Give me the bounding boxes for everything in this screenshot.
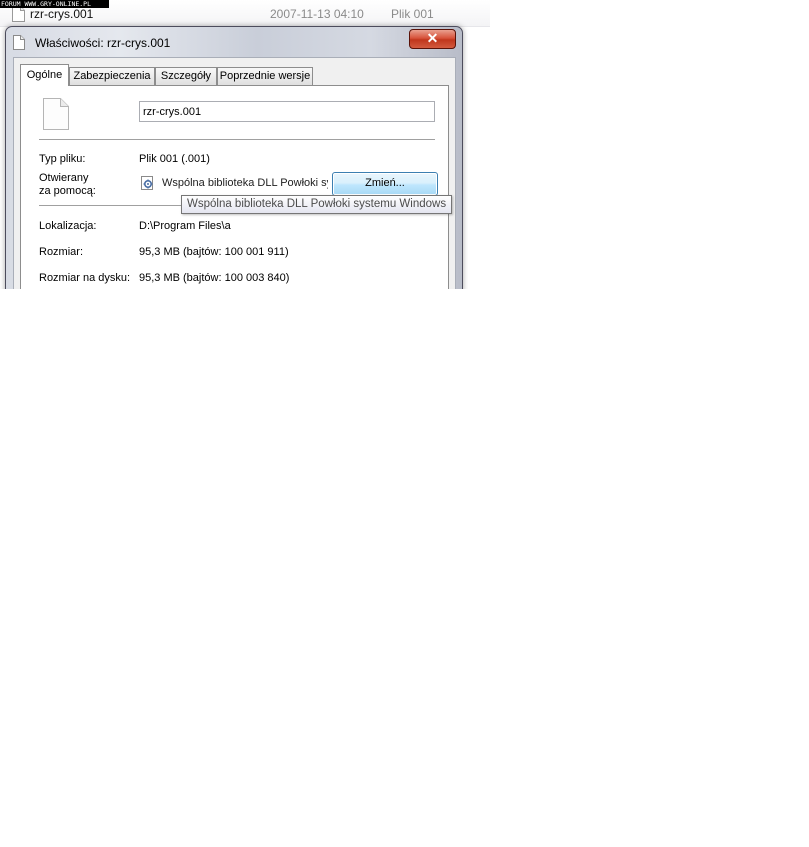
file-type-icon (43, 98, 69, 133)
tab-previous-versions[interactable]: Poprzednie wersje (217, 67, 313, 85)
size-label: Rozmiar: (39, 246, 84, 258)
size-on-disk-value: 95,3 MB (bajtów: 100 003 840) (139, 272, 290, 284)
dialog-client-area: Ogólne Zabezpieczenia Szczegóły Poprzedn… (13, 57, 456, 289)
tab-details[interactable]: Szczegóły (155, 67, 217, 85)
file-type-value: Plik 001 (.001) (139, 153, 210, 165)
location-value: D:\Program Files\a (139, 220, 231, 232)
dll-gear-icon (140, 175, 156, 194)
properties-dialog: Właściwości: rzr-crys.001 ✕ Ogólne Zabez… (5, 26, 463, 289)
dialog-title: Właściwości: rzr-crys.001 (35, 36, 171, 50)
forum-watermark: FORUM WWW.GRY-ONLINE.PL (0, 0, 109, 8)
opens-with-label-line2: za pomocą: (39, 185, 96, 197)
filename-field[interactable] (139, 101, 435, 122)
close-button[interactable]: ✕ (409, 29, 456, 49)
file-icon (12, 6, 25, 25)
general-tab-panel: Typ pliku: Plik 001 (.001) Otwierany za … (20, 85, 449, 289)
separator (39, 139, 435, 140)
explorer-file-type: Plik 001 (391, 7, 434, 21)
change-button[interactable]: Zmień... (332, 172, 438, 196)
size-on-disk-label: Rozmiar na dysku: (39, 272, 131, 284)
tooltip: Wspólna biblioteka DLL Powłoki systemu W… (181, 195, 453, 214)
close-icon: ✕ (426, 30, 439, 46)
explorer-file-name: rzr-crys.001 (30, 7, 94, 21)
tab-security[interactable]: Zabezpieczenia (69, 67, 155, 85)
document-icon (13, 35, 25, 53)
location-label: Lokalizacja: (39, 220, 97, 232)
explorer-file-date: 2007-11-13 04:10 (270, 7, 364, 21)
opens-with-value: Wspólna biblioteka DLL Powłoki systemu W… (162, 177, 328, 189)
screenshot-crop: rzr-crys.001 2007-11-13 04:10 Plik 001 W… (0, 0, 490, 289)
file-type-label: Typ pliku: (39, 153, 86, 165)
opens-with-label-line1: Otwierany (39, 172, 89, 184)
size-value: 95,3 MB (bajtów: 100 001 911) (139, 246, 289, 258)
dialog-titlebar[interactable]: Właściwości: rzr-crys.001 ✕ (6, 27, 462, 55)
tab-general[interactable]: Ogólne (20, 64, 69, 86)
